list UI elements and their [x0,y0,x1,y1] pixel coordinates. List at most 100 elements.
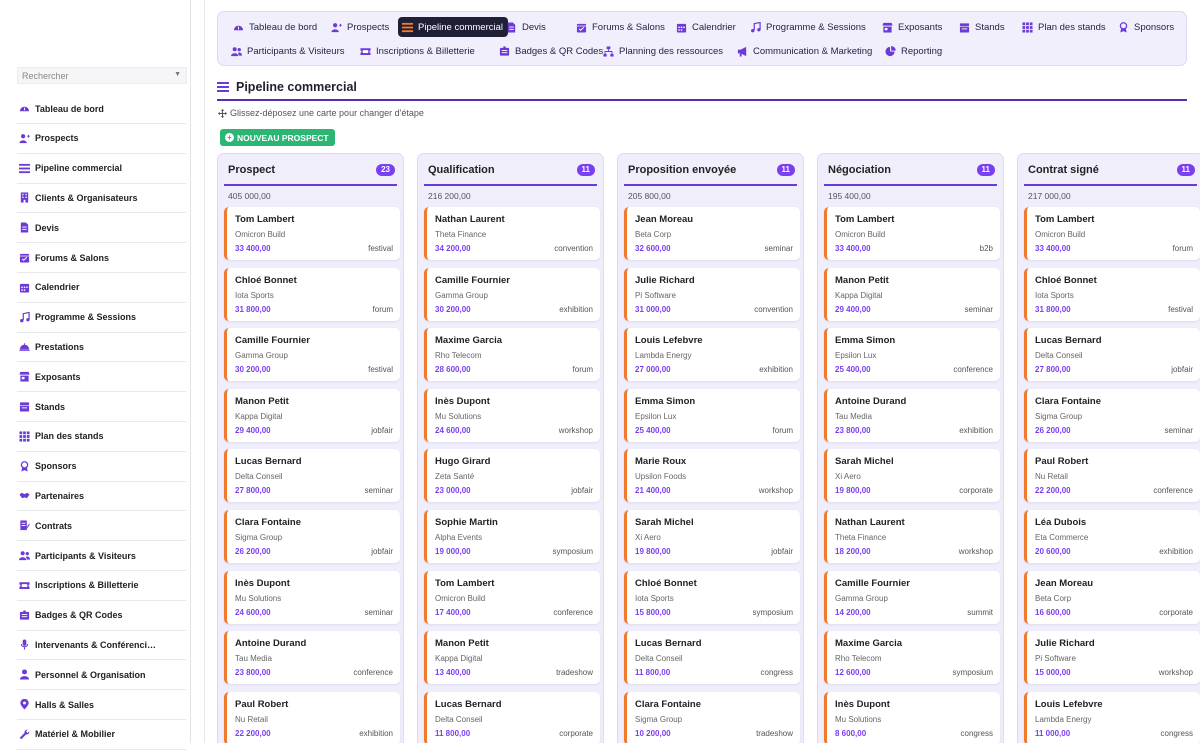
nav-tab[interactable]: Programme & Sessions [746,17,871,37]
deal-card[interactable]: Tom Lambert Omicron Build 17 400,00 confere… [424,570,600,624]
deal-card[interactable]: Sarah Michel Xi Aero 19 800,00 corporate [824,449,1000,503]
deal-card[interactable]: Tom Lambert Omicron Build 33 400,00 festiva… [224,207,400,260]
deal-card[interactable]: Nathan Laurent Theta Finance 34 200,00 conv… [424,207,600,260]
deal-card[interactable]: Antoine Durand Tau Media 23 800,00 exhibiti… [824,388,1000,442]
nav-tab[interactable]: Calendrier [672,17,741,37]
deal-card[interactable]: Lucas Bernard Delta Conseil 11 800,00 congr… [624,631,800,685]
deal-card[interactable]: Tom Lambert Omicron Build 33 400,00 forum [1024,207,1200,260]
new-prospect-button[interactable]: + NOUVEAU PROSPECT [220,129,335,146]
nav-tab[interactable]: Sponsors [1114,17,1179,37]
nav-tab-label: Participants & Visiteurs [247,45,345,57]
deal-card[interactable]: Chloé Bonnet Iota Sports 31 800,00 festival [1024,267,1200,321]
deal-card[interactable]: Lucas Bernard Delta Conseil 11 800,00 corpo… [424,691,600,743]
contact-name: Paul Robert [1035,456,1089,468]
search-select[interactable]: Rechercher ▼ [17,67,187,84]
sidebar-item[interactable]: Clients & Organisateurs [17,183,186,214]
deal-card[interactable]: Emma Simon Epsilon Lux 25 400,00 forum [624,388,800,442]
nav-tab[interactable]: Participants & Visiteurs [227,41,350,61]
deal-card[interactable]: Sarah Michel Xi Aero 19 800,00 jobfair [624,510,800,563]
sidebar-item[interactable]: Pipeline commercial [17,154,186,184]
nav-tab[interactable]: Plan des stands [1018,17,1111,37]
deal-card[interactable]: Paul Robert Nu Retail 22 200,00 exhibition [224,691,400,743]
deal-card[interactable]: Jean Moreau Beta Corp 32 600,00 seminar [624,207,800,260]
deal-card[interactable]: Hugo Girard Zeta Santé 23 000,00 jobfair [424,449,600,503]
deal-card[interactable]: Camille Fournier Gamma Group 30 200,00 exhi… [424,267,600,321]
sidebar-item[interactable]: Matériel & Mobilier [17,720,186,750]
deal-card[interactable]: Manon Petit Kappa Digital 29 400,00 seminar [824,267,1000,321]
company-name: Zeta Santé [435,472,475,482]
nav-tab[interactable]: Stands [955,17,1010,37]
nav-tab[interactable]: Pipeline commercial [398,17,509,37]
sidebar-item[interactable]: Intervenants & Conférenci… [17,630,186,661]
deal-card[interactable]: Maxime Garcia Rho Telecom 28 600,00 forum [424,328,600,382]
sidebar-item[interactable]: Devis [17,213,186,244]
event-type-tag: exhibition [959,425,993,435]
deal-amount: 21 400,00 [635,486,671,496]
deal-card[interactable]: Sophie Martin Alpha Events 19 000,00 sympos… [424,510,600,563]
deal-card[interactable]: Julie Richard Pi Software 31 000,00 convent… [624,267,800,321]
store-icon [19,372,30,382]
deal-card[interactable]: Clara Fontaine Sigma Group 10 200,00 trades… [624,691,800,743]
deal-card[interactable]: Antoine Durand Tau Media 23 800,00 conferen… [224,631,400,685]
deal-card[interactable]: Inès Dupont Mu Solutions 8 600,00 congress [824,691,1000,743]
deal-card[interactable]: Chloé Bonnet Iota Sports 15 800,00 symposiu… [624,570,800,624]
deal-card[interactable]: Maxime Garcia Rho Telecom 12 600,00 symposi… [824,631,1000,685]
sidebar-item[interactable]: Halls & Salles [17,690,186,720]
deal-card[interactable]: Nathan Laurent Theta Finance 18 200,00 work… [824,510,1000,563]
nav-tab-label: Badges & QR Codes [515,45,604,57]
company-name: Omicron Build [435,593,486,603]
deal-card[interactable]: Lucas Bernard Delta Conseil 27 800,00 jobfa… [1024,328,1200,382]
nav-tab[interactable]: Badges & QR Codes [495,41,608,61]
sidebar-item[interactable]: Calendrier [17,273,186,303]
deal-card[interactable]: Camille Fournier Gamma Group 30 200,00 fest… [224,328,400,382]
sidebar-item[interactable]: Forums & Salons [17,243,186,273]
sidebar-item[interactable]: Contrats [17,511,186,542]
company-name: Kappa Digital [235,411,283,421]
deal-card[interactable]: Julie Richard Pi Software 15 000,00 worksho… [1024,631,1200,685]
contact-name: Sophie Martin [435,517,498,528]
pipeline-icon [402,22,413,32]
deal-card[interactable]: Marie Roux Upsilon Foods 21 400,00 workshop [624,449,800,503]
nav-tab[interactable]: Exposants [878,17,947,37]
nav-tab[interactable]: Tableau de bord [229,17,322,37]
deal-card[interactable]: Lucas Bernard Delta Conseil 27 800,00 semin… [224,449,400,503]
deal-card[interactable]: Manon Petit Kappa Digital 13 400,00 tradesh… [424,631,600,685]
sidebar-item[interactable]: Sponsors [17,452,186,482]
nav-tab[interactable]: Communication & Marketing [733,41,877,61]
sidebar-item[interactable]: Plan des stands [17,422,186,452]
sidebar-item[interactable]: Stands [17,392,186,422]
nav-tab[interactable]: Planning des ressources [599,41,728,61]
deal-card[interactable]: Camille Fournier Gamma Group 14 200,00 summ… [824,570,1000,624]
sidebar-item[interactable]: Tableau de bord [17,94,186,124]
sidebar-item[interactable]: Participants & Visiteurs [17,541,186,571]
deal-card[interactable]: Jean Moreau Beta Corp 16 600,00 corporate [1024,570,1200,624]
deal-card[interactable]: Louis Lefebvre Lambda Energy 27 000,00 exhi… [624,328,800,382]
sidebar-item[interactable]: Personnel & Organisation [17,660,186,691]
column-underline [224,184,397,186]
deal-card[interactable]: Tom Lambert Omicron Build 33 400,00 b2b [824,207,1000,260]
event-type-tag: forum [1172,244,1193,253]
sidebar-item[interactable]: Programme & Sessions [17,303,186,333]
nav-tab[interactable]: Forums & Salons [572,17,670,37]
nav-tab[interactable]: Prospects [327,17,394,37]
chevron-down-icon[interactable]: ▼ [174,71,181,78]
deal-card[interactable]: Clara Fontaine Sigma Group 26 200,00 jobfai… [224,510,400,563]
sidebar-item[interactable]: Inscriptions & Billetterie [17,571,186,601]
sidebar-item[interactable]: Exposants [17,362,186,393]
nav-tab[interactable]: Reporting [881,41,947,61]
sidebar-item[interactable]: Badges & QR Codes [17,601,186,631]
deal-card[interactable]: Clara Fontaine Sigma Group 26 200,00 semina… [1024,388,1200,442]
sidebar-item[interactable]: Prospects [17,124,186,154]
nav-tab[interactable]: Devis [502,17,551,37]
deal-card[interactable]: Chloé Bonnet Iota Sports 31 800,00 forum [224,267,400,321]
deal-card[interactable]: Emma Simon Epsilon Lux 25 400,00 conference [824,328,1000,382]
deal-card[interactable]: Inès Dupont Mu Solutions 24 600,00 workshop [424,388,600,442]
deal-card[interactable]: Inès Dupont Mu Solutions 24 600,00 seminar [224,570,400,624]
deal-card[interactable]: Paul Robert Nu Retail 22 200,00 conference [1024,449,1200,503]
deal-card[interactable]: Louis Lefebvre Lambda Energy 11 000,00 cong… [1024,691,1200,743]
nav-tab[interactable]: Inscriptions & Billetterie [356,41,480,61]
deal-card[interactable]: Léa Dubois Eta Commerce 20 600,00 exhibitio… [1024,510,1200,563]
sidebar-item[interactable]: Partenaires [17,481,186,512]
sidebar-item[interactable]: Prestations [17,332,186,363]
deal-card[interactable]: Manon Petit Kappa Digital 29 400,00 jobfair [224,388,400,442]
